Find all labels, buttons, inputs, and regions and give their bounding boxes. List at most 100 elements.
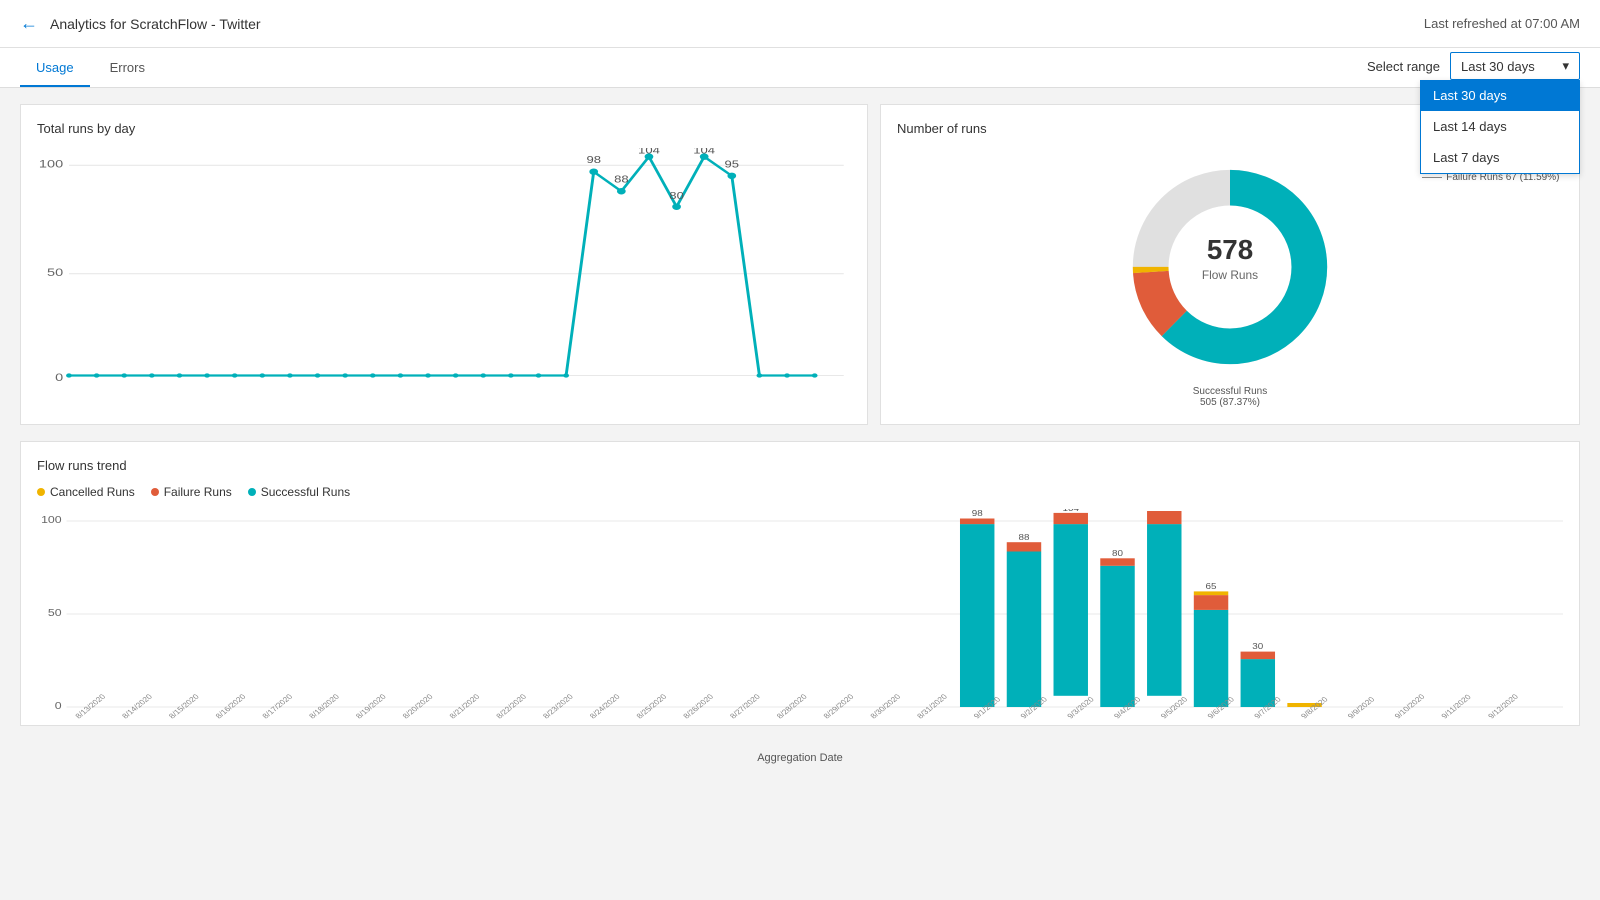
back-button[interactable]: ←	[20, 13, 38, 34]
trend-card: Flow runs trend Cancelled Runs Failure R…	[20, 441, 1580, 726]
successful-bottom-legend: Successful Runs	[1193, 386, 1267, 397]
donut-chart-container: Cancelled Runs 6 (1.04%) Failure Runs 67…	[897, 148, 1563, 408]
svg-text:50: 50	[48, 608, 62, 619]
svg-text:8/18/2020: 8/18/2020	[307, 692, 342, 720]
svg-text:0: 0	[55, 701, 62, 712]
range-selector: Select range Last 30 days ▾ Last 30 days…	[1367, 52, 1580, 80]
svg-text:8/25/2020: 8/25/2020	[635, 692, 670, 720]
svg-text:8/13/2020: 8/13/2020	[73, 692, 108, 720]
range-option-7days[interactable]: Last 7 days	[1421, 142, 1579, 173]
page-title: Analytics for ScratchFlow - Twitter	[50, 16, 261, 32]
range-current-value: Last 30 days	[1461, 59, 1535, 74]
donut-total: 578	[1207, 234, 1253, 265]
line-chart-card: Total runs by day 100 50 0	[20, 104, 868, 425]
svg-text:9/9/2020: 9/9/2020	[1346, 695, 1377, 720]
line-chart-container: 100 50 0 98	[37, 148, 851, 408]
legend-successful: Successful Runs	[248, 485, 350, 499]
failure-dot	[151, 488, 159, 496]
donut-center-label: Flow Runs	[1202, 268, 1258, 282]
svg-text:104: 104	[1063, 509, 1079, 513]
svg-text:50: 50	[47, 266, 63, 279]
svg-text:9/5/2020: 9/5/2020	[1159, 695, 1190, 720]
bar-successful-9-6	[1194, 610, 1228, 707]
svg-text:98: 98	[972, 509, 983, 518]
svg-text:8/24/2020: 8/24/2020	[588, 692, 623, 720]
svg-text:8/22/2020: 8/22/2020	[494, 692, 529, 720]
bar-successful-9-2	[1007, 552, 1041, 708]
bar-failure-9-6	[1194, 595, 1228, 610]
bar-failure-9-2	[1007, 542, 1041, 551]
svg-text:9/3/2020: 9/3/2020	[1065, 695, 1096, 720]
svg-text:8/30/2020: 8/30/2020	[868, 692, 903, 720]
svg-text:65: 65	[1206, 582, 1217, 591]
bar-successful-9-4	[1100, 566, 1134, 707]
successful-label: Successful Runs	[261, 485, 350, 499]
svg-text:104: 104	[693, 148, 715, 156]
svg-text:88: 88	[614, 175, 629, 185]
bar-successful-9-1	[960, 524, 994, 707]
donut-bottom-legend: Successful Runs 505 (87.37%)	[1193, 386, 1267, 408]
range-dropdown-menu: Last 30 days Last 14 days Last 7 days	[1420, 80, 1580, 174]
cancelled-label: Cancelled Runs	[50, 485, 135, 499]
svg-text:104: 104	[638, 148, 660, 156]
legend-failure: Failure Runs	[151, 485, 232, 499]
last-refreshed: Last refreshed at 07:00 AM	[1424, 16, 1580, 31]
svg-text:95: 95	[725, 160, 740, 170]
svg-text:8/31/2020: 8/31/2020	[915, 692, 950, 720]
bar-chart-svg: 100 50 0 98 88	[37, 509, 1563, 729]
header-left: ← Analytics for ScratchFlow - Twitter	[20, 13, 261, 34]
svg-text:8/21/2020: 8/21/2020	[448, 692, 483, 720]
successful-percent: 505 (87.37%)	[1200, 397, 1260, 408]
trend-chart-title: Flow runs trend	[37, 458, 1563, 473]
range-dropdown-button[interactable]: Last 30 days ▾	[1450, 52, 1580, 80]
svg-text:98: 98	[586, 156, 601, 166]
svg-text:80: 80	[669, 191, 684, 201]
bar-failure-9-3	[1054, 513, 1088, 524]
bar-chart-container: 100 50 0 98 88	[37, 509, 1563, 709]
tab-usage[interactable]: Usage	[20, 50, 90, 87]
chevron-down-icon: ▾	[1562, 58, 1569, 74]
svg-text:9/11/2020: 9/11/2020	[1439, 693, 1473, 721]
svg-text:8/16/2020: 8/16/2020	[214, 692, 249, 720]
charts-top-row: Total runs by day 100 50 0	[20, 104, 1580, 425]
svg-text:100: 100	[39, 157, 63, 170]
tabs-bar: Usage Errors Select range Last 30 days ▾…	[0, 48, 1600, 88]
svg-text:8/23/2020: 8/23/2020	[541, 692, 576, 720]
bar-failure-9-7	[1241, 652, 1275, 660]
svg-text:9/10/2020: 9/10/2020	[1393, 692, 1428, 720]
range-option-30days[interactable]: Last 30 days	[1421, 80, 1579, 111]
svg-text:8/17/2020: 8/17/2020	[260, 692, 295, 720]
svg-text:8/14/2020: 8/14/2020	[120, 692, 155, 720]
x-axis-label: Aggregation Date	[37, 752, 1563, 764]
donut-svg: 578 Flow Runs	[1110, 148, 1350, 386]
bar-cancelled-9-6	[1194, 591, 1228, 595]
svg-text:8/26/2020: 8/26/2020	[681, 692, 716, 720]
range-label: Select range	[1367, 59, 1440, 74]
bar-failure-9-5	[1147, 511, 1181, 524]
svg-text:88: 88	[1018, 533, 1029, 542]
bar-failure-9-1	[960, 519, 994, 525]
cancelled-dot	[37, 488, 45, 496]
failure-label: Failure Runs	[164, 485, 232, 499]
svg-text:0: 0	[55, 371, 63, 384]
tab-errors[interactable]: Errors	[94, 50, 161, 87]
header: ← Analytics for ScratchFlow - Twitter La…	[0, 0, 1600, 48]
svg-text:104: 104	[1156, 509, 1172, 511]
svg-text:80: 80	[1112, 549, 1123, 558]
svg-text:8/19/2020: 8/19/2020	[354, 692, 389, 720]
line-chart-title: Total runs by day	[37, 121, 851, 136]
svg-text:8/28/2020: 8/28/2020	[775, 692, 810, 720]
bar-successful-9-5	[1147, 524, 1181, 696]
svg-text:9/12/2020: 9/12/2020	[1486, 692, 1521, 720]
svg-text:8/27/2020: 8/27/2020	[728, 692, 763, 720]
range-option-14days[interactable]: Last 14 days	[1421, 111, 1579, 142]
svg-text:30: 30	[1252, 642, 1263, 651]
legend-cancelled: Cancelled Runs	[37, 485, 135, 499]
svg-text:100: 100	[41, 515, 62, 526]
bar-successful-9-3	[1054, 524, 1088, 696]
svg-text:8/20/2020: 8/20/2020	[401, 692, 436, 720]
svg-text:9/8/2020: 9/8/2020	[1299, 695, 1330, 720]
trend-legend: Cancelled Runs Failure Runs Successful R…	[37, 485, 1563, 499]
svg-text:8/15/2020: 8/15/2020	[167, 692, 202, 720]
bar-failure-9-4	[1100, 558, 1134, 566]
